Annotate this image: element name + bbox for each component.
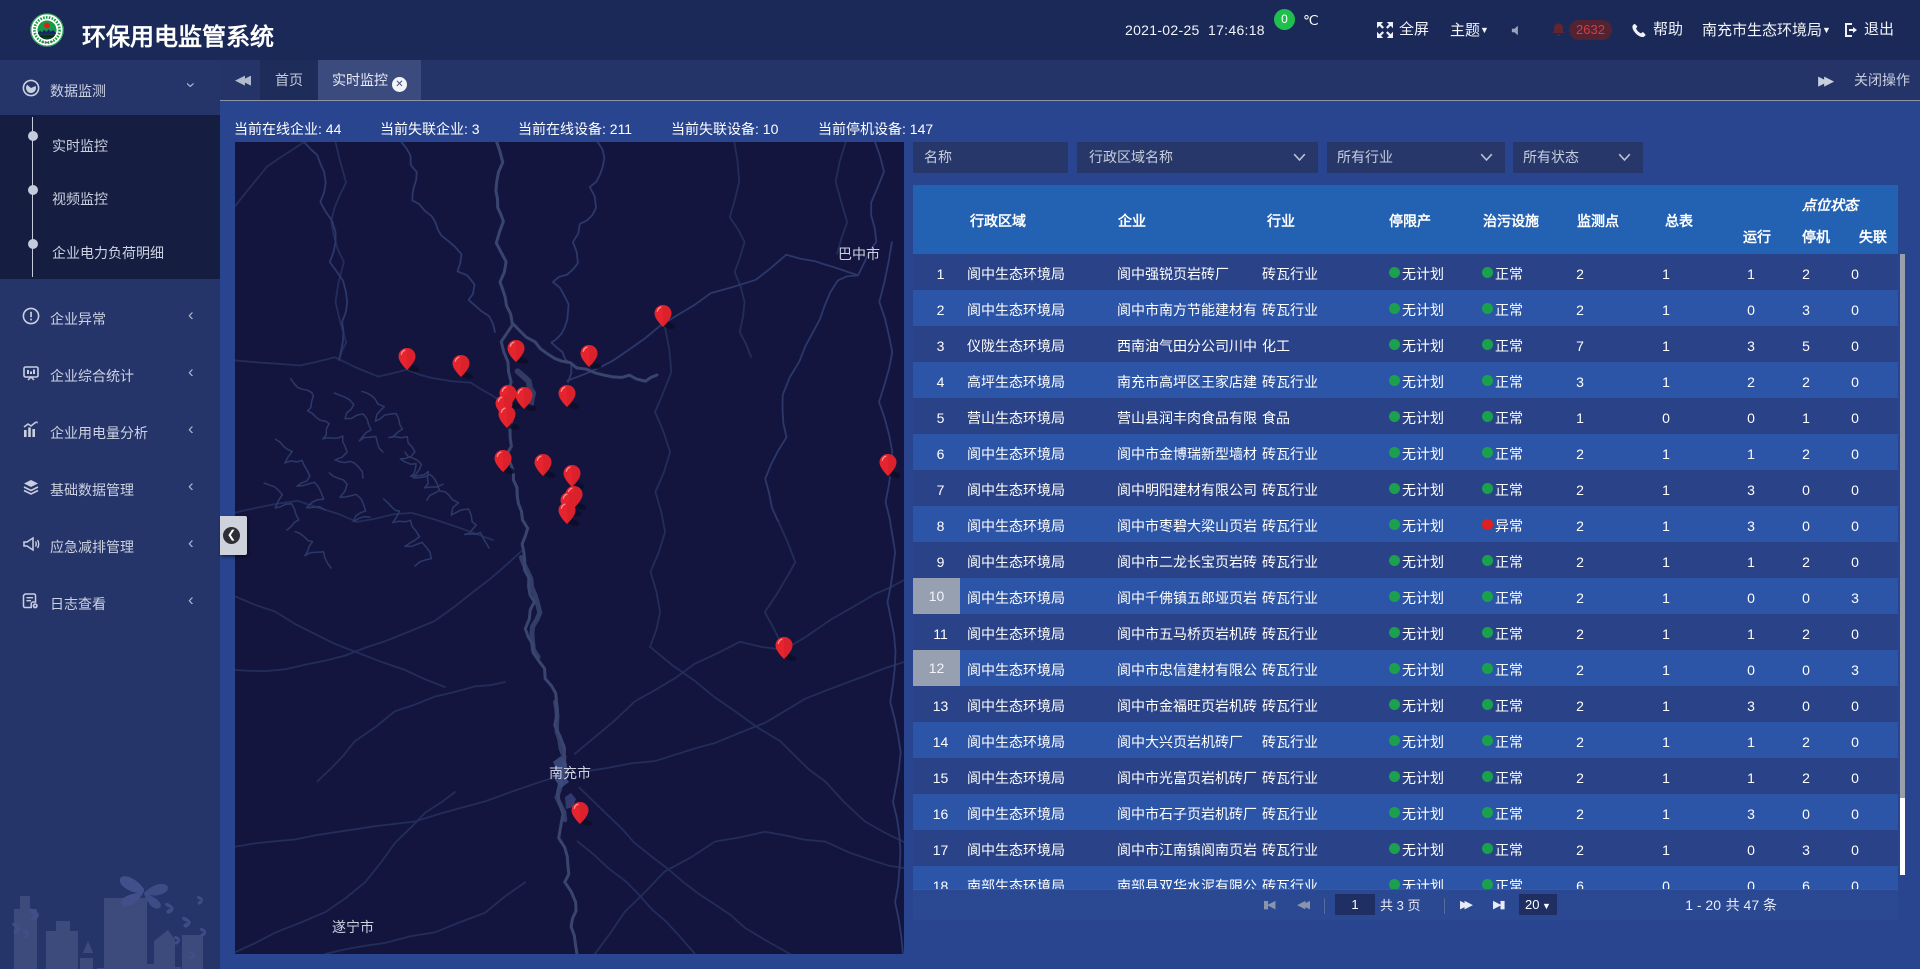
svg-text:遂宁市: 遂宁市	[332, 919, 374, 935]
svg-text:巴中市: 巴中市	[838, 246, 880, 262]
svg-text:南充市: 南充市	[549, 765, 591, 781]
